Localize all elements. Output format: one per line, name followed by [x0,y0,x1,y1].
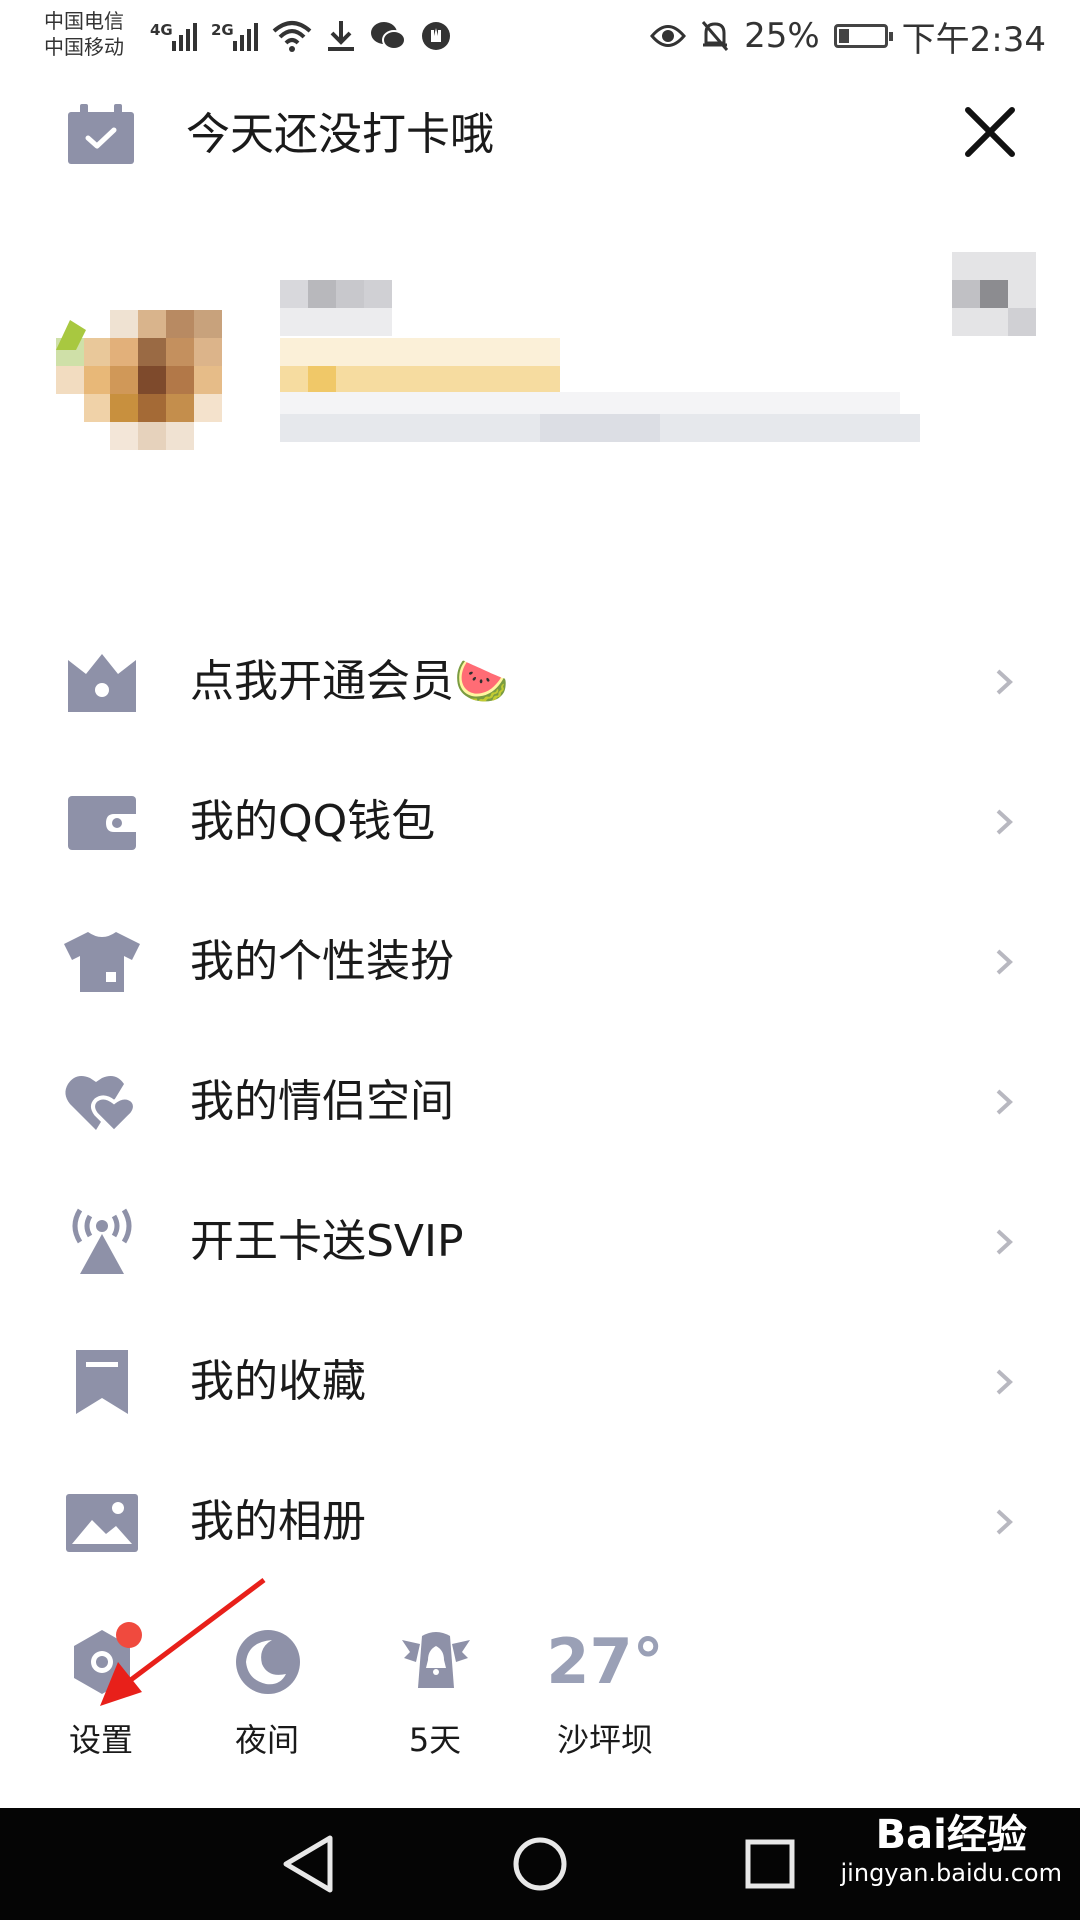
menu-item-wallet[interactable]: 我的QQ钱包 [0,752,1080,892]
carrier-labels: 中国电信 中国移动 [44,8,124,60]
menu-item-couple[interactable]: 我的情侣空间 [0,1032,1080,1172]
menu-item-favorites[interactable]: 我的收藏 [0,1312,1080,1452]
qr-code-icon[interactable] [952,252,1036,336]
night-mode-button[interactable]: 夜间 [192,1620,342,1770]
shield-icon [422,22,450,50]
checkin-streak-button[interactable]: 5天 [360,1620,510,1770]
eye-icon [650,25,687,47]
menu-label-album: 我的相册 [190,1496,366,1547]
chevron-right-icon [996,1089,1013,1115]
bookmark-icon [76,1350,128,1414]
chevron-right-icon [996,809,1013,835]
night-mode-label: 夜间 [234,1721,299,1759]
menu-item-album[interactable]: 我的相册 [0,1452,1080,1592]
status-icons-left: 4G 2G [150,14,452,58]
settings-button[interactable]: 设置 [26,1620,176,1770]
close-icon[interactable] [960,102,1020,162]
carrier-1: 中国电信 [44,9,124,33]
calendar-check-icon[interactable] [66,104,136,166]
avatar[interactable] [56,280,252,476]
menu-label-kingcard: 开王卡送SVIP [190,1216,464,1267]
signal-icon: 2G [211,21,258,51]
notification-dot [116,1622,142,1648]
wechat-icon [371,22,406,50]
chevron-right-icon [996,669,1013,695]
location-label: 沙坪坝 [556,1721,653,1759]
signal-icon: 4G [150,21,197,51]
hearts-icon [65,1076,137,1135]
status-icons-right: 25% 下午2:34 [650,14,1046,60]
menu-label-dressup: 我的个性装扮 [190,936,454,987]
shirt-icon [64,932,140,992]
crown-icon [68,654,136,712]
download-icon [328,21,354,51]
image-icon [66,1494,138,1552]
system-nav-bar: Bai经验 jingyan.baidu.com [0,1808,1080,1920]
menu-item-dressup[interactable]: 我的个性装扮 [0,892,1080,1032]
recents-icon[interactable] [730,1828,810,1900]
menu-label-vip: 点我开通会员 [190,656,454,707]
chevron-right-icon [996,949,1013,975]
carrier-2: 中国移动 [44,35,124,59]
profile-info-blurred [280,280,920,442]
menu-label-favorites: 我的收藏 [190,1356,366,1407]
clock: 下午2:34 [901,19,1046,60]
watermelon-icon: 🍉 [454,656,509,707]
profile-card[interactable] [0,250,1080,480]
bell-off-icon [701,21,729,51]
battery-percent: 25% [744,16,820,56]
menu-label-couple: 我的情侣空间 [190,1076,454,1127]
chevron-right-icon [996,1509,1013,1535]
checkin-header: 今天还没打卡哦 [0,90,1080,180]
menu-item-kingcard[interactable]: 开王卡送SVIP [0,1172,1080,1312]
battery-icon [833,24,893,48]
checkin-days-label: 5天 [408,1721,462,1759]
temperature-value: 27° [546,1625,664,1698]
bottom-toolbar: 设置 夜间 5天 27° 沙坪坝 [0,1620,1080,1770]
winged-badge-icon [402,1632,470,1688]
watermark-brand: Bai经验 [875,1812,1027,1858]
watermark-url: jingyan.baidu.com [840,1859,1062,1887]
moon-icon [236,1630,300,1694]
broadcast-icon [72,1208,132,1274]
weather-button[interactable]: 27° 沙坪坝 [530,1620,680,1770]
status-bar: 中国电信 中国移动 4G 2G 25% 下午2:34 [0,0,1080,72]
menu-label-wallet: 我的QQ钱包 [190,796,436,847]
chevron-right-icon [996,1369,1013,1395]
chevron-right-icon [996,1229,1013,1255]
settings-label: 设置 [68,1721,133,1759]
wifi-icon [272,21,312,52]
baidu-watermark: Bai经验 jingyan.baidu.com [841,1812,1062,1888]
menu-item-vip[interactable]: 点我开通会员🍉 [0,612,1080,752]
home-icon[interactable] [500,1828,580,1900]
checkin-title[interactable]: 今天还没打卡哦 [186,106,494,164]
wallet-icon [68,796,136,850]
back-icon[interactable] [268,1828,348,1900]
